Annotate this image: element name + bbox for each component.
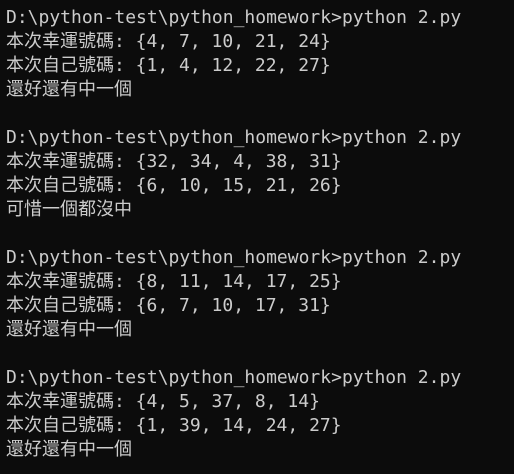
command-prompt-line: D:\python-test\python_homework>python 2.… [6,247,462,268]
command-run-4: D:\python-test\python_homework>python 2.… [6,366,514,462]
result-line: 還好還有中一個 [6,79,132,100]
lucky-numbers-line: 本次幸運號碼: {4, 7, 10, 21, 24} [6,31,331,52]
lucky-numbers-line: 本次幸運號碼: {32, 34, 4, 38, 31} [6,151,342,172]
lucky-numbers-line: 本次幸運號碼: {8, 11, 14, 17, 25} [6,271,342,292]
own-numbers-line: 本次自己號碼: {6, 7, 10, 17, 31} [6,295,331,316]
command-run-2: D:\python-test\python_homework>python 2.… [6,126,514,222]
result-line: 還好還有中一個 [6,319,132,340]
result-line: 可惜一個都沒中 [6,199,132,220]
command-prompt-line: D:\python-test\python_homework>python 2.… [6,127,462,148]
own-numbers-line: 本次自己號碼: {6, 10, 15, 21, 26} [6,175,342,196]
command-prompt-line: D:\python-test\python_homework>python 2.… [6,367,462,388]
lucky-numbers-line: 本次幸運號碼: {4, 5, 37, 8, 14} [6,391,320,412]
terminal-window[interactable]: D:\python-test\python_homework>python 2.… [0,0,514,474]
command-prompt-line: D:\python-test\python_homework>python 2.… [6,7,462,28]
own-numbers-line: 本次自己號碼: {1, 39, 14, 24, 27} [6,415,342,436]
result-line: 還好還有中一個 [6,439,132,460]
command-run-3: D:\python-test\python_homework>python 2.… [6,246,514,342]
command-run-1: D:\python-test\python_homework>python 2.… [6,6,514,102]
own-numbers-line: 本次自己號碼: {1, 4, 12, 22, 27} [6,55,331,76]
